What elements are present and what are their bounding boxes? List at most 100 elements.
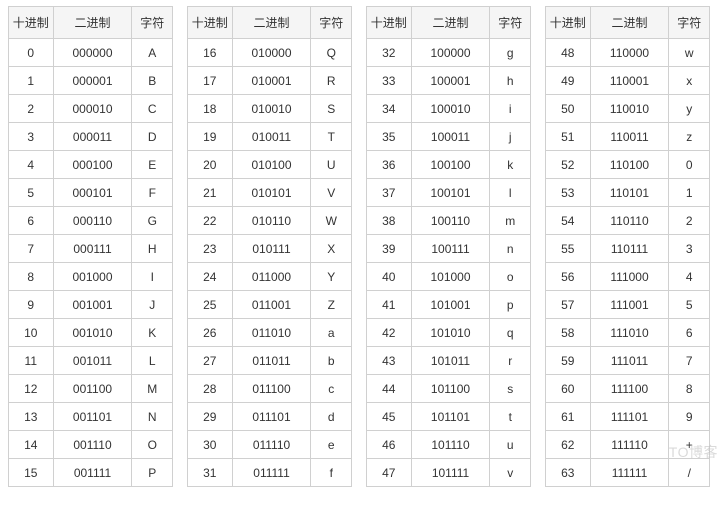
- table-row: 551101113: [546, 235, 710, 263]
- cell-char: p: [490, 291, 531, 319]
- cell-decimal: 61: [546, 403, 591, 431]
- cell-decimal: 37: [367, 179, 412, 207]
- cell-binary: 111000: [590, 263, 669, 291]
- table-row: 0000000A: [9, 39, 173, 67]
- table-row: 37100101l: [367, 179, 531, 207]
- cell-decimal: 19: [188, 123, 233, 151]
- cell-decimal: 38: [367, 207, 412, 235]
- cell-decimal: 17: [188, 67, 233, 95]
- table-row: 62111110+: [546, 431, 710, 459]
- column-header-char: 字符: [490, 7, 531, 39]
- encoding-table-0: 十进制二进制字符0000000A1000001B2000010C3000011D…: [8, 6, 173, 487]
- cell-decimal: 57: [546, 291, 591, 319]
- cell-decimal: 25: [188, 291, 233, 319]
- cell-decimal: 48: [546, 39, 591, 67]
- cell-decimal: 3: [9, 123, 54, 151]
- cell-decimal: 7: [9, 235, 54, 263]
- table-row: 22010110W: [188, 207, 352, 235]
- table-row: 14001110O: [9, 431, 173, 459]
- cell-binary: 110110: [590, 207, 669, 235]
- cell-decimal: 39: [367, 235, 412, 263]
- cell-binary: 000100: [53, 151, 132, 179]
- cell-binary: 101011: [411, 347, 490, 375]
- cell-char: 5: [669, 291, 710, 319]
- cell-binary: 101000: [411, 263, 490, 291]
- cell-binary: 111001: [590, 291, 669, 319]
- cell-binary: 010111: [232, 235, 311, 263]
- cell-binary: 110011: [590, 123, 669, 151]
- table-row: 24011000Y: [188, 263, 352, 291]
- cell-decimal: 8: [9, 263, 54, 291]
- cell-char: W: [311, 207, 352, 235]
- cell-char: 4: [669, 263, 710, 291]
- cell-char: 6: [669, 319, 710, 347]
- table-row: 49110001x: [546, 67, 710, 95]
- cell-binary: 100101: [411, 179, 490, 207]
- cell-char: V: [311, 179, 352, 207]
- table-row: 36100100k: [367, 151, 531, 179]
- cell-binary: 100001: [411, 67, 490, 95]
- table-row: 13001101N: [9, 403, 173, 431]
- table-row: 29011101d: [188, 403, 352, 431]
- table-row: 47101111v: [367, 459, 531, 487]
- table-row: 63111111/: [546, 459, 710, 487]
- cell-char: q: [490, 319, 531, 347]
- cell-char: D: [132, 123, 173, 151]
- cell-decimal: 54: [546, 207, 591, 235]
- column-header-char: 字符: [132, 7, 173, 39]
- table-row: 3000011D: [9, 123, 173, 151]
- cell-binary: 101110: [411, 431, 490, 459]
- header-row: 十进制二进制字符: [367, 7, 531, 39]
- table-row: 27011011b: [188, 347, 352, 375]
- cell-char: 0: [669, 151, 710, 179]
- table-row: 611111019: [546, 403, 710, 431]
- cell-binary: 111111: [590, 459, 669, 487]
- cell-decimal: 2: [9, 95, 54, 123]
- table-row: 591110117: [546, 347, 710, 375]
- table-row: 42101010q: [367, 319, 531, 347]
- cell-binary: 101101: [411, 403, 490, 431]
- table-row: 541101102: [546, 207, 710, 235]
- cell-char: B: [132, 67, 173, 95]
- cell-decimal: 20: [188, 151, 233, 179]
- cell-decimal: 26: [188, 319, 233, 347]
- table-row: 38100110m: [367, 207, 531, 235]
- cell-decimal: 63: [546, 459, 591, 487]
- cell-decimal: 47: [367, 459, 412, 487]
- cell-binary: 100011: [411, 123, 490, 151]
- cell-decimal: 46: [367, 431, 412, 459]
- table-row: 16010000Q: [188, 39, 352, 67]
- cell-binary: 011011: [232, 347, 311, 375]
- cell-binary: 010110: [232, 207, 311, 235]
- cell-binary: 001010: [53, 319, 132, 347]
- table-row: 21010101V: [188, 179, 352, 207]
- encoding-table-2: 十进制二进制字符32100000g33100001h34100010i35100…: [366, 6, 531, 487]
- table-row: 11001011L: [9, 347, 173, 375]
- cell-decimal: 42: [367, 319, 412, 347]
- table-row: 23010111X: [188, 235, 352, 263]
- table-row: 43101011r: [367, 347, 531, 375]
- table-row: 26011010a: [188, 319, 352, 347]
- cell-binary: 000000: [53, 39, 132, 67]
- cell-char: H: [132, 235, 173, 263]
- cell-binary: 011110: [232, 431, 311, 459]
- cell-decimal: 53: [546, 179, 591, 207]
- cell-binary: 010101: [232, 179, 311, 207]
- cell-char: a: [311, 319, 352, 347]
- table-row: 9001001J: [9, 291, 173, 319]
- table-row: 34100010i: [367, 95, 531, 123]
- table-row: 39100111n: [367, 235, 531, 263]
- cell-char: y: [669, 95, 710, 123]
- table-row: 48110000w: [546, 39, 710, 67]
- cell-decimal: 40: [367, 263, 412, 291]
- cell-char: o: [490, 263, 531, 291]
- cell-decimal: 35: [367, 123, 412, 151]
- table-row: 12001100M: [9, 375, 173, 403]
- cell-char: K: [132, 319, 173, 347]
- cell-binary: 010011: [232, 123, 311, 151]
- cell-binary: 010001: [232, 67, 311, 95]
- cell-char: I: [132, 263, 173, 291]
- cell-binary: 000011: [53, 123, 132, 151]
- table-row: 28011100c: [188, 375, 352, 403]
- table-row: 521101000: [546, 151, 710, 179]
